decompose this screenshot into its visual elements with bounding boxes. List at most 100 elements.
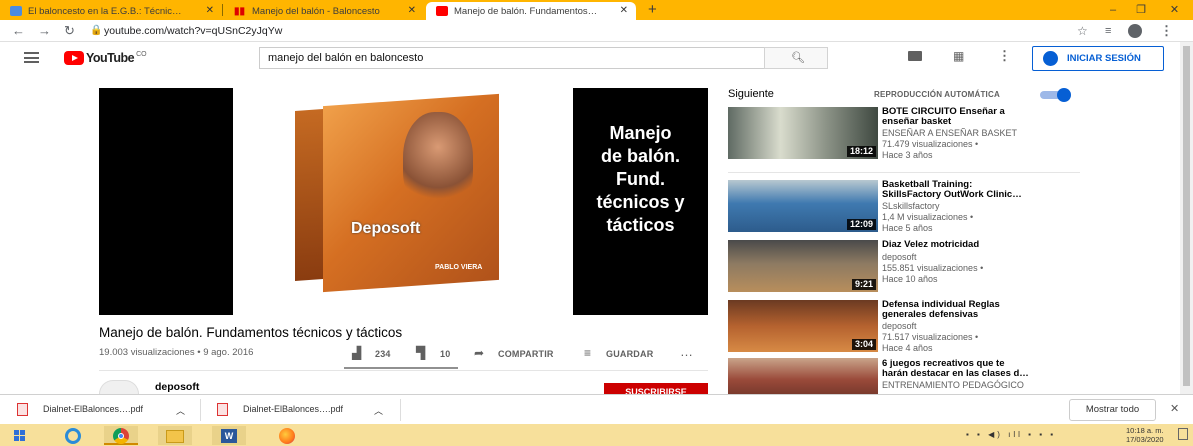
duration-badge: 9:21 — [851, 279, 876, 290]
dislike-icon[interactable]: ▜ — [416, 346, 425, 360]
recommended-thumbnail[interactable]: 3:04 — [728, 300, 878, 352]
autoplay-toggle[interactable] — [1040, 88, 1072, 102]
recommended-views: 155.851 visualizaciones • — [882, 263, 984, 273]
profile-avatar-icon[interactable] — [1128, 24, 1142, 38]
chrome-icon[interactable] — [104, 426, 138, 445]
recommended-channel[interactable]: ENSEÑAR A ENSEÑAR BASKET — [882, 128, 1017, 138]
tab-1[interactable]: El baloncesto en la E.G.B.: Técnic… ✕ — [0, 2, 222, 20]
overlay-line: tácticos — [606, 215, 675, 235]
back-icon[interactable]: ← — [12, 23, 25, 39]
apps-grid-icon[interactable]: ▦ — [953, 50, 964, 62]
recommended-views: 71.517 visualizaciones • — [882, 332, 979, 342]
download-options-icon[interactable]: ︿ — [374, 404, 383, 417]
close-tab-icon[interactable]: ✕ — [206, 5, 214, 16]
close-tab-icon[interactable]: ✕ — [620, 5, 628, 16]
clock[interactable]: 10:18 a. m. 17/03/2020 — [1126, 426, 1164, 444]
search-button[interactable]: 🔍︎ — [764, 47, 828, 69]
like-count[interactable]: 234 — [375, 349, 391, 359]
title-line: Diaz Velez motricidad — [882, 239, 980, 250]
channel-avatar[interactable] — [99, 380, 139, 394]
logo-text: YouTube — [86, 51, 135, 65]
duration-badge: 3:04 — [851, 339, 876, 350]
firefox-icon[interactable] — [270, 426, 304, 445]
download-options-icon[interactable]: ︿ — [176, 404, 185, 417]
browser-menu-icon[interactable]: ⋮ — [1160, 23, 1173, 39]
tab-2[interactable]: ▮▮ Manejo del balón - Baloncesto ✕ — [224, 2, 424, 20]
file-explorer-icon[interactable] — [158, 426, 192, 445]
site-favicon-icon — [10, 6, 22, 16]
sign-in-button[interactable]: INICIAR SESIÓN — [1032, 46, 1164, 71]
tab-3-active[interactable]: Manejo de balón. Fundamentos… ✕ — [426, 2, 636, 20]
forward-icon[interactable]: → — [38, 23, 51, 39]
overlay-line: Manejo — [609, 123, 672, 143]
close-tab-icon[interactable]: ✕ — [408, 5, 416, 16]
close-window-icon[interactable]: ✕ — [1156, 0, 1193, 20]
restore-icon[interactable]: ❐ — [1126, 0, 1156, 20]
channel-name[interactable]: deposoft — [155, 381, 199, 393]
windows-taskbar: W ▪ ▪ ◀) ıll ▪ ▪ ▪ 10:18 a. m. 17/03/202… — [0, 424, 1193, 446]
dislike-count[interactable]: 10 — [440, 349, 450, 359]
recommended-thumbnail[interactable]: 12:09 — [728, 180, 878, 232]
more-actions-icon[interactable]: … — [680, 344, 693, 359]
recommended-title[interactable]: 6 juegos recreativos que te harán destaca… — [882, 359, 1072, 379]
page-scrollbar[interactable] — [1180, 42, 1193, 394]
hamburger-menu-icon[interactable] — [24, 52, 39, 63]
notifications-icon[interactable] — [1178, 428, 1188, 440]
like-icon[interactable]: ▟ — [352, 346, 361, 360]
playlist-icon[interactable]: ≡ — [1105, 23, 1111, 39]
duration-badge: 18:12 — [846, 146, 876, 157]
windows-start-icon[interactable] — [8, 426, 32, 445]
dvd-brand-label: Deposoft — [351, 220, 421, 237]
create-video-icon[interactable] — [908, 51, 922, 61]
youtube-favicon-icon — [436, 6, 448, 16]
downloads-bar: Dialnet-ElBalonces….pdf ︿ Dialnet-ElBalo… — [0, 394, 1193, 424]
recommended-channel[interactable]: deposoft — [882, 321, 917, 331]
youtube-play-icon — [64, 51, 84, 65]
search-input[interactable]: manejo del balón en baloncesto — [259, 47, 764, 69]
recommended-title[interactable]: Basketball Training: SkillsFactory OutWor… — [882, 180, 1072, 200]
save-button[interactable]: GUARDAR — [606, 349, 653, 359]
title-line: harán destacar en las clases d… — [882, 368, 1029, 379]
title-line: enseñar basket — [882, 116, 952, 127]
download-item[interactable]: Dialnet-ElBalonces….pdf — [243, 404, 343, 414]
minimize-icon[interactable]: – — [1098, 0, 1128, 20]
download-item[interactable]: Dialnet-ElBalonces….pdf — [43, 404, 143, 414]
recommended-age: Hace 4 años — [882, 343, 933, 353]
recommended-thumbnail[interactable]: 18:12 — [728, 107, 878, 159]
bookmark-star-icon[interactable]: ☆ — [1077, 23, 1088, 39]
system-tray-icons[interactable]: ▪ ▪ ◀) ıll ▪ ▪ ▪ — [966, 430, 1056, 439]
recommended-channel[interactable]: ENTRENAMIENTO PEDAGÓGICO — [882, 380, 1024, 390]
recommended-title[interactable]: Diaz Velez motricidad — [882, 240, 1072, 250]
recommended-title[interactable]: BOTE CIRCUITO Enseñar a enseñar basket — [882, 107, 1072, 127]
url-field[interactable]: youtube.com/watch?v=qUSnC2yJqYw — [104, 22, 1044, 40]
dvd-author-label: PABLO VIERA — [435, 264, 483, 271]
internet-explorer-icon[interactable] — [56, 426, 90, 445]
show-all-downloads-button[interactable]: Mostrar todo — [1069, 399, 1156, 421]
recommended-thumbnail[interactable] — [728, 358, 878, 394]
share-icon[interactable]: ➦ — [474, 346, 484, 360]
reload-icon[interactable]: ↻ — [64, 23, 75, 39]
subscribe-button[interactable]: SUSCRIBIRSE — [604, 383, 708, 394]
separator-line — [99, 370, 708, 371]
recommended-channel[interactable]: deposoft — [882, 252, 917, 262]
close-downloads-icon[interactable]: ✕ — [1170, 402, 1179, 415]
video-overlay-title: Manejo de balón. Fund. técnicos y táctic… — [573, 122, 708, 237]
settings-menu-icon[interactable]: ⋮ — [998, 48, 1011, 64]
clock-date: 17/03/2020 — [1126, 435, 1164, 444]
video-player[interactable]: Deposoft PABLO VIERA Manejo de balón. Fu… — [99, 88, 708, 315]
share-button[interactable]: COMPARTIR — [498, 349, 554, 359]
sign-in-label: INICIAR SESIÓN — [1067, 53, 1141, 64]
recommended-views: 1,4 M visualizaciones • — [882, 212, 974, 222]
account-circle-icon — [1043, 51, 1058, 66]
section-divider — [728, 172, 1080, 173]
recommended-thumbnail[interactable]: 9:21 — [728, 240, 878, 292]
word-icon[interactable]: W — [212, 426, 246, 445]
add-to-playlist-icon[interactable]: ≡ — [584, 346, 591, 360]
overlay-line: Fund. — [616, 169, 665, 189]
youtube-logo[interactable]: YouTube CO — [64, 51, 147, 65]
recommended-channel[interactable]: SLskillsfactory — [882, 201, 940, 211]
address-bar-row: ← → ↻ 🔒 youtube.com/watch?v=qUSnC2yJqYw … — [0, 20, 1193, 42]
recommended-title[interactable]: Defensa individual Reglas generales defen… — [882, 300, 1072, 320]
coach-photo — [403, 112, 473, 212]
new-tab-icon[interactable]: + — [648, 1, 657, 19]
